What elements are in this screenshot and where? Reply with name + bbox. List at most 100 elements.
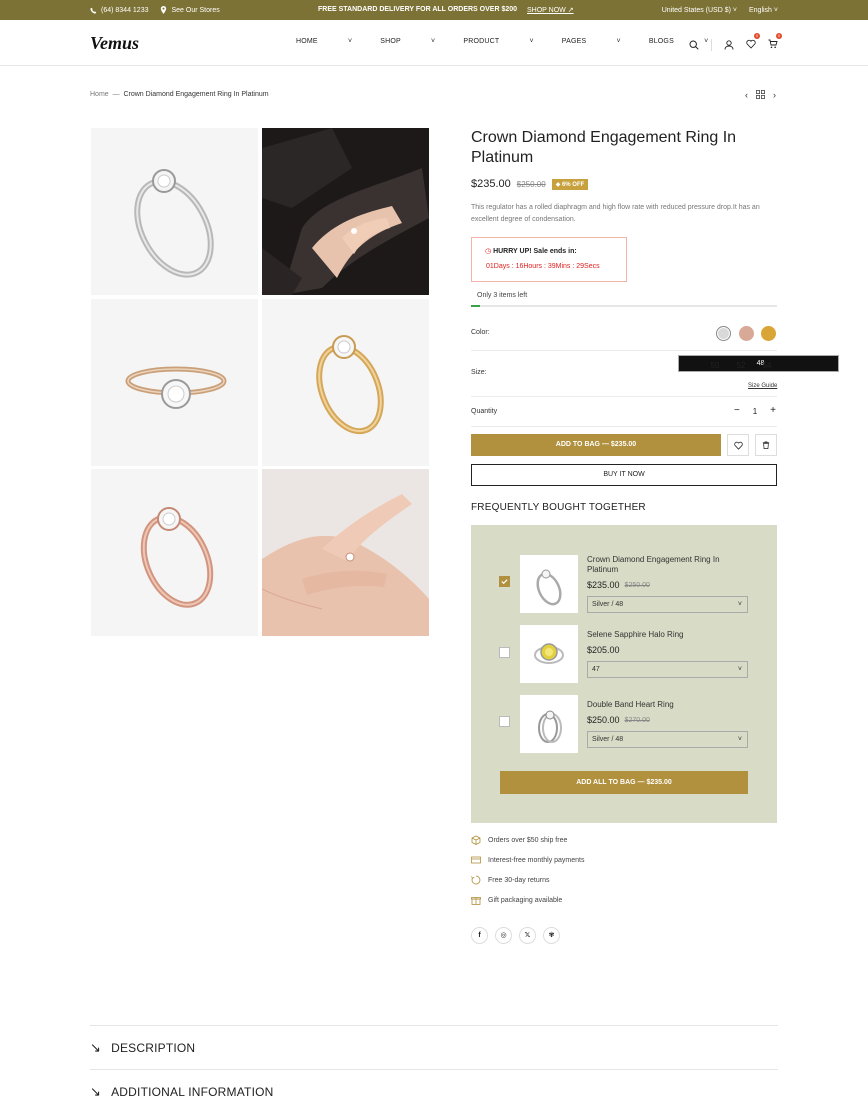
- credit-card-icon: [471, 856, 481, 864]
- size-option-54[interactable]: 54: [756, 355, 778, 376]
- accordion-description-label: DESCRIPTION: [111, 1041, 196, 1055]
- gallery-image-5[interactable]: [91, 469, 258, 636]
- header-icons: 0 0: [689, 33, 782, 54]
- size-guide-link[interactable]: Size Guide: [748, 383, 777, 389]
- fbt-name-3[interactable]: Double Band Heart Ring: [587, 700, 737, 710]
- clock-icon: ◷: [485, 248, 492, 255]
- add-all-to-bag-button[interactable]: ADD ALL TO BAG — $235.00: [500, 771, 748, 794]
- heart-icon: [746, 39, 756, 49]
- double-band-ring-thumb: [538, 710, 562, 743]
- product-old-price: $250.00: [516, 179, 546, 189]
- fbt-checkbox-3[interactable]: [499, 716, 510, 727]
- sapphire-ring-thumb: [534, 643, 564, 664]
- color-swatch-gold[interactable]: [761, 326, 776, 341]
- currency-selector[interactable]: United States (USD $) ˅: [662, 7, 737, 14]
- phone-link[interactable]: (64) 8344 1233: [90, 7, 148, 14]
- stores-label: See Our Stores: [171, 6, 220, 14]
- fbt-thumb-3[interactable]: [520, 695, 578, 753]
- nav-shop[interactable]: SHOP ˅: [380, 38, 435, 45]
- breadcrumb-home[interactable]: Home: [90, 91, 109, 98]
- heart-icon: [733, 441, 743, 450]
- logo[interactable]: Vemus: [90, 33, 139, 54]
- fbt-old-price-3: $270.00: [624, 716, 650, 724]
- phone-icon: [90, 7, 97, 14]
- gallery-image-2[interactable]: [262, 128, 429, 295]
- nav-pages[interactable]: PAGES ˅: [562, 38, 621, 45]
- quantity-stepper: − 1 +: [734, 405, 776, 418]
- decrease-quantity-button[interactable]: −: [734, 405, 740, 418]
- compare-button[interactable]: [755, 434, 777, 456]
- fbt-thumb-1[interactable]: [520, 555, 578, 613]
- gallery-image-3[interactable]: [91, 299, 258, 466]
- color-swatch-silver[interactable]: [716, 326, 731, 341]
- facebook-icon[interactable]: f: [471, 927, 488, 944]
- check-icon: [501, 579, 508, 585]
- fbt-old-price-1: $250.00: [624, 581, 650, 589]
- fbt-name-1[interactable]: Crown Diamond Engagement Ring In Platinu…: [587, 555, 737, 575]
- trash-icon: [762, 441, 770, 449]
- snapchat-icon[interactable]: ✾: [543, 927, 560, 944]
- gallery-image-1[interactable]: [91, 128, 258, 295]
- fbt-name-2[interactable]: Selene Sapphire Halo Ring: [587, 630, 737, 640]
- hand-with-ring-image: [262, 469, 429, 636]
- size-option-50[interactable]: 50: [704, 355, 726, 376]
- fbt-variant-select-1[interactable]: Silver / 48 ˅: [587, 596, 748, 613]
- add-to-bag-button[interactable]: ADD TO BAG — $235.00: [471, 434, 721, 456]
- quantity-value[interactable]: 1: [753, 405, 757, 418]
- x-icon[interactable]: 𝕏: [519, 927, 536, 944]
- instagram-icon[interactable]: ◎: [495, 927, 512, 944]
- main-nav: HOME ˅ SHOP ˅ PRODUCT ˅ PAGES ˅ BLOGS ˅: [296, 38, 736, 45]
- fbt-variant-select-3[interactable]: Silver / 48 ˅: [587, 731, 748, 748]
- promo-text: FREE STANDARD DELIVERY FOR ALL ORDERS OV…: [318, 6, 518, 13]
- size-option-52[interactable]: 52: [730, 355, 752, 376]
- perk-gift: Gift packaging available: [471, 895, 562, 905]
- fbt-price-row-3: $250.00 $270.00: [587, 715, 650, 725]
- accordion-additional-info-label: ADDITIONAL INFORMATION: [111, 1085, 274, 1099]
- fbt-thumb-2[interactable]: [520, 625, 578, 683]
- cart-count-badge: 0: [776, 33, 782, 39]
- product-price: $235.00: [471, 178, 511, 190]
- wishlist-add-button[interactable]: [727, 434, 749, 456]
- divider: [471, 350, 777, 351]
- nav-product[interactable]: PRODUCT ˅: [463, 38, 533, 45]
- phone-number: (64) 8344 1233: [101, 6, 149, 14]
- language-selector[interactable]: English ˅: [749, 7, 778, 14]
- product-description: This regulator has a rolled diaphragm an…: [471, 204, 760, 223]
- prev-product-icon[interactable]: ‹: [745, 90, 748, 100]
- buy-now-button[interactable]: BUY IT NOW: [471, 464, 777, 486]
- discount-badge: ◆ 6% OFF: [551, 178, 589, 190]
- hurry-heading: ◷ HURRY UP! Sale ends in:: [485, 248, 577, 255]
- gallery-image-6[interactable]: [262, 469, 429, 636]
- increase-quantity-button[interactable]: +: [770, 405, 776, 418]
- divider: [711, 39, 712, 51]
- fbt-checkbox-1[interactable]: [499, 576, 510, 587]
- gallery-image-4[interactable]: [262, 299, 429, 466]
- platinum-ring-thumb: [536, 569, 562, 606]
- model-hands-image: [262, 128, 429, 295]
- stores-link[interactable]: See Our Stores: [160, 6, 220, 14]
- arrow-down-right-icon: ↘: [90, 1040, 102, 1055]
- color-swatch-rose[interactable]: [739, 326, 754, 341]
- fbt-price-1: $235.00: [587, 580, 620, 590]
- perk-shipping: Orders over $50 ship free: [471, 835, 567, 845]
- wishlist-button[interactable]: 0: [746, 33, 760, 54]
- divider: [471, 396, 777, 397]
- breadcrumb-separator: —: [112, 91, 120, 98]
- location-pin-icon: [161, 6, 167, 14]
- shop-now-link[interactable]: SHOP NOW ↗: [527, 6, 574, 14]
- stock-progress-bar: [471, 305, 777, 307]
- grid-icon[interactable]: [756, 90, 765, 99]
- color-label: Color:: [471, 329, 490, 336]
- next-product-icon[interactable]: ›: [773, 90, 776, 100]
- nav-home[interactable]: HOME ˅: [296, 38, 352, 45]
- fbt-checkbox-2[interactable]: [499, 647, 510, 658]
- product-title: Crown Diamond Engagement Ring In Platinu…: [471, 129, 737, 166]
- platinum-ring-image: [134, 169, 214, 278]
- accordion-description[interactable]: ↘ DESCRIPTION: [90, 1040, 195, 1056]
- fbt-variant-select-2[interactable]: 47 ˅: [587, 661, 748, 678]
- return-icon: [471, 875, 481, 885]
- cart-button[interactable]: 0: [768, 33, 782, 54]
- stock-text: Only 3 items left: [477, 292, 528, 299]
- account-icon[interactable]: [724, 40, 734, 50]
- search-icon[interactable]: [689, 40, 699, 50]
